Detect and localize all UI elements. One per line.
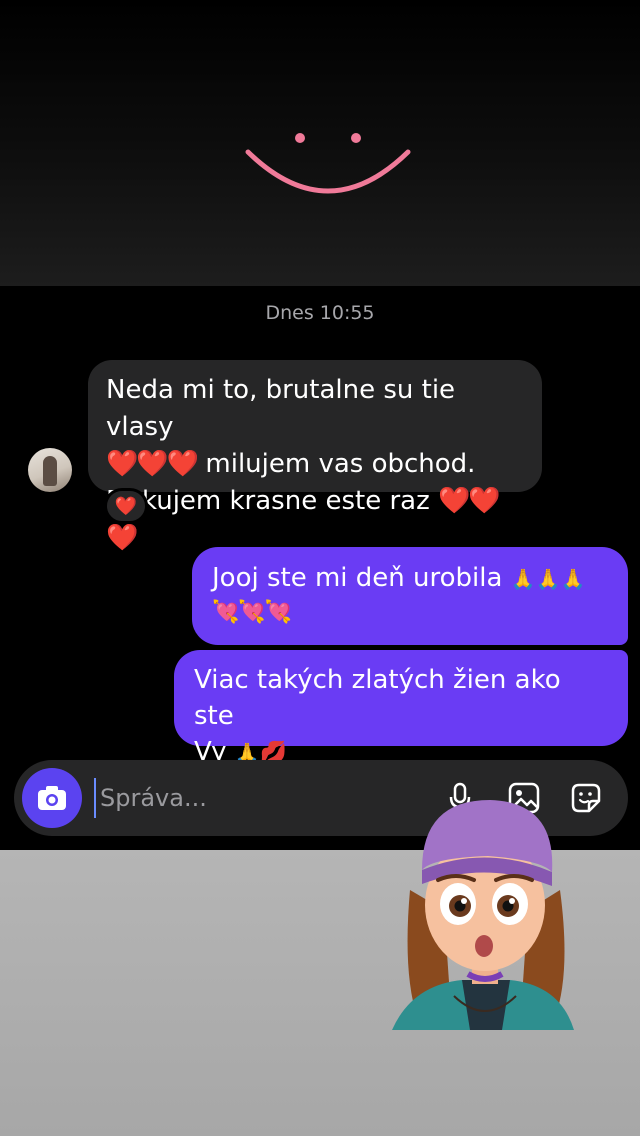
outgoing-message-text: Viac takých zlatých žien ako ste xyxy=(194,665,561,731)
message-input[interactable] xyxy=(94,778,424,818)
heart-reaction-badge[interactable]: ❤️ xyxy=(104,488,148,524)
incoming-message-line: ❤️❤️❤️ milujem vas obchod. xyxy=(106,446,524,483)
incoming-message-text: Dakujem krasne este raz xyxy=(106,486,438,516)
smiley-face-graphic xyxy=(245,133,411,194)
incoming-message-text: milujem vas obchod. xyxy=(197,449,476,479)
chat-timestamp: Dnes 10:55 xyxy=(265,302,375,324)
girl-sticker[interactable] xyxy=(392,800,578,1030)
contact-avatar[interactable] xyxy=(28,448,72,492)
outgoing-message-bubble[interactable]: Viac takých zlatých žien ako ste Vy 🙏💋 xyxy=(174,650,628,767)
story-top-background xyxy=(0,0,640,286)
heart-arrow-emoji: 💘💘💘 xyxy=(212,600,292,625)
pray-emoji: 🙏🙏🙏 xyxy=(510,567,586,591)
outgoing-message-bubble[interactable]: Jooj ste mi deň urobila 🙏🙏🙏 💘💘💘 xyxy=(192,547,628,645)
outgoing-message-text: Jooj ste mi deň urobila xyxy=(212,563,511,593)
heart-emoji: ❤️❤️❤️ xyxy=(106,449,199,479)
incoming-message-line: Neda mi to, brutalne su tie vlasy xyxy=(106,375,456,442)
incoming-message-line: Dakujem krasne este raz ❤️❤️❤️ xyxy=(106,483,524,557)
outgoing-message-line: Jooj ste mi deň urobila 🙏🙏🙏 xyxy=(212,561,608,596)
camera-button[interactable] xyxy=(22,768,82,828)
incoming-message-bubble[interactable]: Neda mi to, brutalne su tie vlasy ❤️❤️❤️… xyxy=(88,360,542,553)
avatar-photo xyxy=(43,456,57,486)
camera-icon xyxy=(38,786,66,810)
